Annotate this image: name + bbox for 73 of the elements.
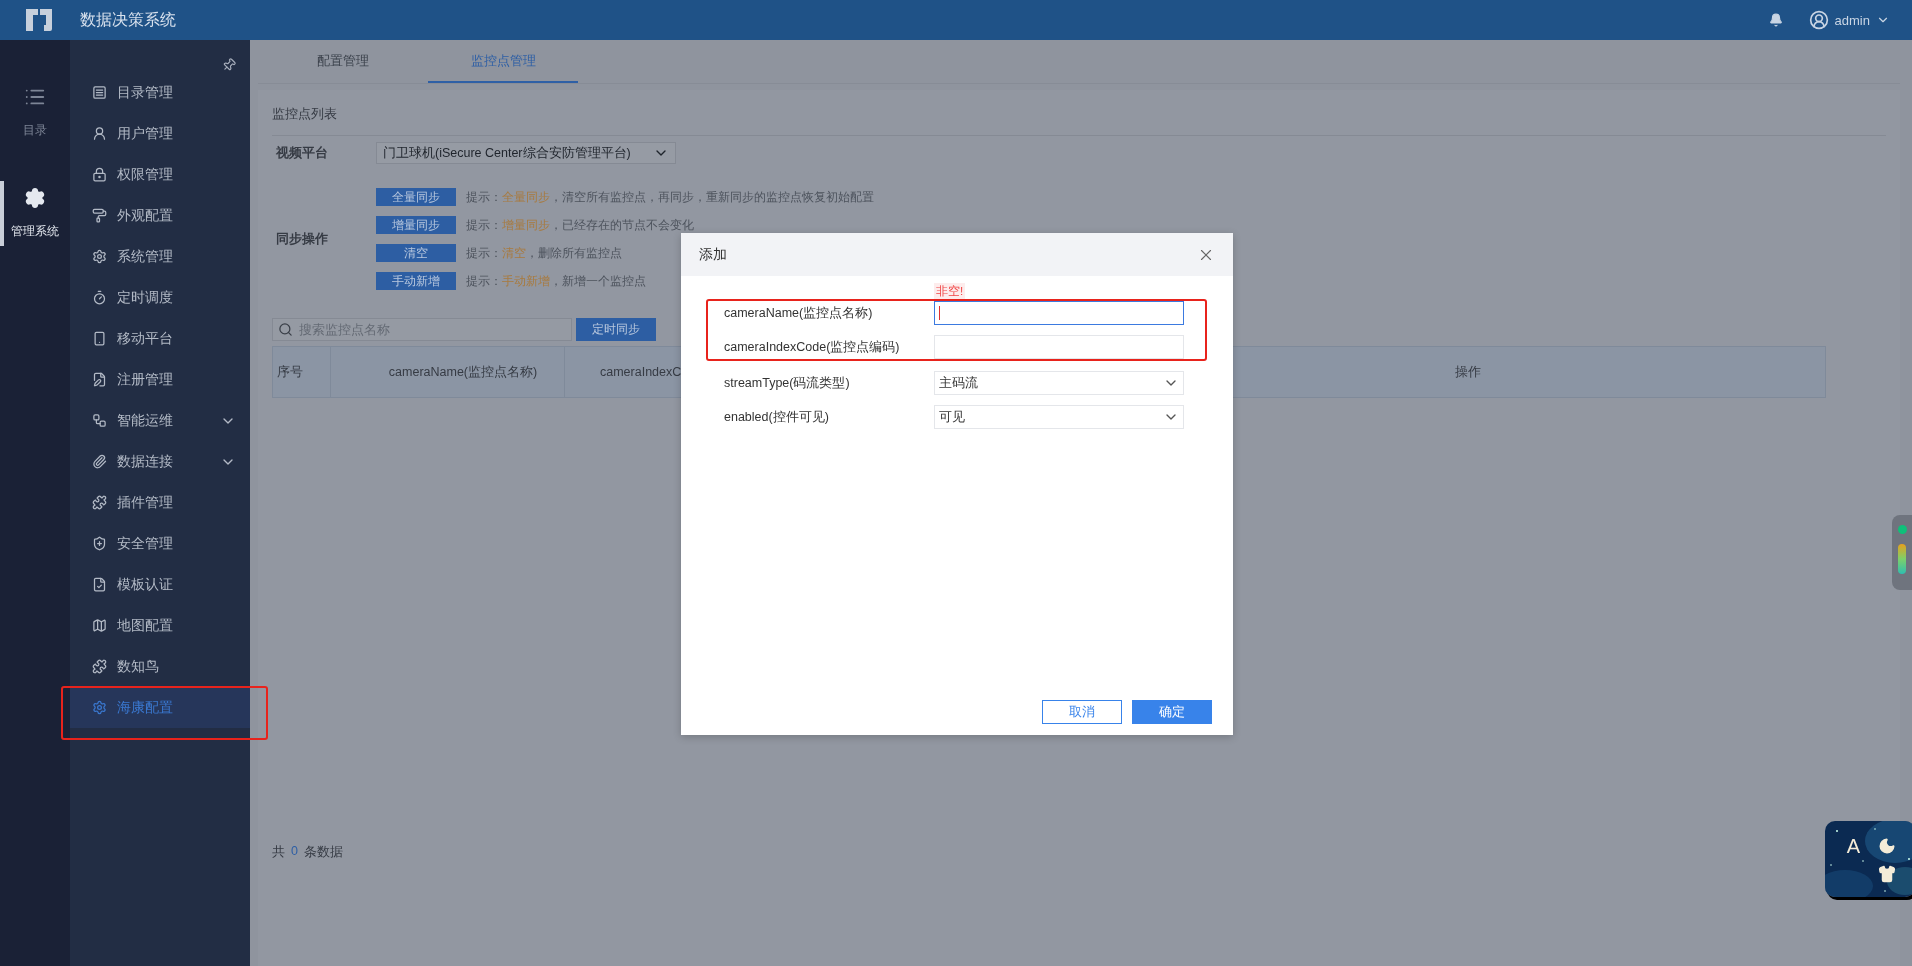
panel-title: 监控点列表	[272, 100, 1886, 136]
puzzle-icon	[92, 495, 107, 510]
settings-icon	[24, 187, 46, 209]
settings-icon	[92, 249, 107, 264]
avatar-icon[interactable]	[1808, 10, 1829, 30]
sync-button[interactable]: 清空	[376, 244, 456, 262]
settings-icon	[92, 700, 107, 715]
menu-item[interactable]: 移动平台	[70, 318, 250, 359]
menu-item[interactable]: 智能运维	[70, 400, 250, 441]
select-field[interactable]: 可见	[934, 405, 1184, 429]
moon-icon	[1877, 837, 1896, 856]
menu-item[interactable]: 用户管理	[70, 113, 250, 154]
user-icon	[92, 126, 107, 141]
user-name[interactable]: admin	[1834, 12, 1870, 28]
column-header: 操作	[1454, 363, 1481, 381]
app-title: 数据决策系统	[80, 9, 176, 30]
rail-item[interactable]: 管理系统	[0, 181, 70, 246]
hint-text: 提示：增量同步，已经存在的节点不会变化	[466, 216, 694, 234]
record-count: 共 0 条数据	[272, 844, 343, 861]
menu-item[interactable]: 地图配置	[70, 605, 250, 646]
tab[interactable]: 配置管理	[268, 40, 418, 83]
platform-select[interactable]: 门卫球机(iSecure Center综合安防管理平台)	[376, 142, 676, 164]
error-message: 非空!	[934, 283, 966, 299]
field-label: 同步操作	[275, 230, 329, 248]
field-label: cameraName(监控点名称)	[724, 304, 874, 322]
puzzle-icon	[92, 659, 107, 674]
column-header: 序号	[277, 363, 303, 381]
shirt-icon	[1877, 865, 1896, 884]
map-icon	[92, 618, 107, 633]
schedule-sync-button[interactable]: 定时同步	[576, 318, 656, 341]
dialog-title: 添加	[699, 245, 727, 264]
field-label: cameraIndexCode(监控点编码)	[724, 338, 901, 356]
search-icon	[278, 322, 293, 337]
column-header: cameraName(监控点名称)	[388, 363, 538, 381]
timer-icon	[92, 290, 107, 305]
menu-item[interactable]: 安全管理	[70, 523, 250, 564]
menu-item[interactable]: 目录管理	[70, 72, 250, 113]
paperclip-icon	[92, 454, 107, 469]
theme-widget[interactable]: A	[1825, 821, 1912, 897]
menu-item[interactable]: 定时调度	[70, 277, 250, 318]
list-icon	[92, 85, 107, 100]
sync-button[interactable]: 手动新增	[376, 272, 456, 290]
column-header: cameraIndexC	[600, 365, 682, 379]
network-icon	[92, 413, 107, 428]
lock-icon	[92, 167, 107, 182]
hint-text: 提示：清空，删除所有监控点	[466, 244, 622, 262]
sync-button[interactable]: 全量同步	[376, 188, 456, 206]
hint-text: 提示：全量同步，清空所有监控点，再同步，重新同步的监控点恢复初始配置	[466, 188, 874, 206]
menu-item[interactable]: 数知鸟	[70, 646, 250, 687]
menu-item[interactable]: 权限管理	[70, 154, 250, 195]
menu-item[interactable]: 系统管理	[70, 236, 250, 277]
shield-icon	[92, 536, 107, 551]
field-label: enabled(控件可见)	[724, 408, 830, 426]
document-icon	[92, 577, 107, 592]
font-letter: A	[1846, 834, 1861, 858]
menu-item[interactable]: 插件管理	[70, 482, 250, 523]
logo-icon	[24, 7, 54, 33]
select-field[interactable]: 主码流	[934, 371, 1184, 395]
cancel-button[interactable]: 取消	[1042, 700, 1122, 724]
field-label: streamType(码流类型)	[724, 374, 851, 392]
confirm-button[interactable]: 确定	[1132, 700, 1212, 724]
phone-icon	[92, 331, 107, 346]
menu-item[interactable]: 数据连接	[70, 441, 250, 482]
form-icon	[92, 372, 107, 387]
field-label: 视频平台	[275, 144, 329, 162]
paint-roller-icon	[92, 208, 107, 223]
menu-item[interactable]: 注册管理	[70, 359, 250, 400]
menu-item[interactable]: 模板认证	[70, 564, 250, 605]
menu-item[interactable]: 外观配置	[70, 195, 250, 236]
input-field[interactable]	[934, 301, 1184, 325]
sync-button[interactable]: 增量同步	[376, 216, 456, 234]
bell-icon[interactable]	[1768, 13, 1783, 27]
rail-item[interactable]: 目录	[0, 80, 70, 145]
